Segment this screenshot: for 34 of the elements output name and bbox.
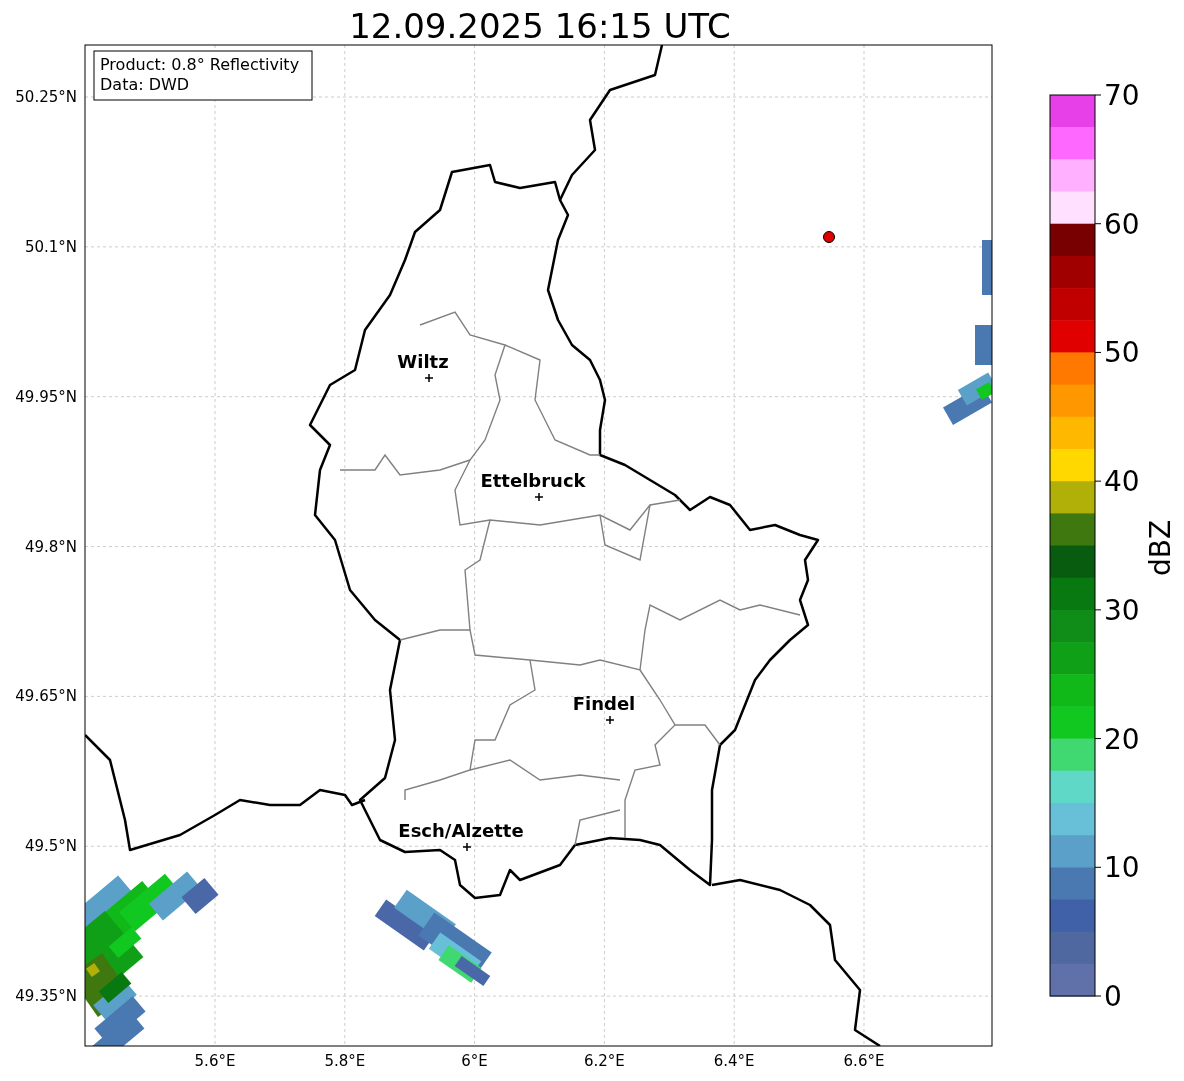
info-text: Product: 0.8° Reflectivity — [100, 55, 300, 74]
colorbar-tick-label: 20 — [1104, 722, 1140, 756]
info-text: Data: DWD — [100, 75, 190, 94]
colorbar-tick-label: 10 — [1104, 851, 1140, 885]
city-marker-icon — [605, 715, 615, 725]
longitude-label: 6.4°E — [713, 1052, 755, 1070]
city-label: Ettelbruck — [480, 470, 586, 491]
latitude-label: 49.65°N — [15, 687, 77, 706]
city-label: Esch/Alzette — [398, 820, 524, 841]
latitude-label: 49.95°N — [15, 387, 77, 406]
latitude-label: 50.25°N — [15, 88, 77, 106]
longitude-label: 5.8°E — [324, 1052, 366, 1070]
colorbar-tick-label: 0 — [1104, 980, 1122, 1013]
latitude-label: 49.5°N — [24, 837, 77, 856]
city-marker-icon — [424, 373, 434, 383]
city-label: Wiltz — [397, 351, 449, 372]
latitude-label: 49.35°N — [15, 987, 77, 1006]
colorbar-title: dBZ — [1144, 519, 1177, 577]
city-label: Findel — [572, 693, 636, 714]
colorbar-tick-label: 30 — [1104, 593, 1140, 627]
colorbar-tick-label: 70 — [1104, 79, 1140, 112]
colorbar-tick-label: 50 — [1104, 336, 1140, 370]
city-marker-icon — [534, 492, 544, 502]
longitude-label: 5.6°E — [194, 1052, 236, 1070]
city-marker-icon — [462, 842, 472, 852]
colorbar-tick-label: 60 — [1104, 207, 1140, 241]
chart-title: 12.09.2025 16:15 UTC — [349, 6, 731, 46]
longitude-label: 6°E — [461, 1052, 488, 1070]
longitude-label: 6.6°E — [843, 1052, 885, 1070]
latitude-label: 49.8°N — [24, 537, 77, 556]
latitude-label: 50.1°N — [24, 237, 77, 256]
longitude-label: 6.2°E — [584, 1052, 625, 1070]
location-dot-icon — [823, 231, 835, 243]
colorbar-tick-label: 40 — [1104, 465, 1140, 499]
